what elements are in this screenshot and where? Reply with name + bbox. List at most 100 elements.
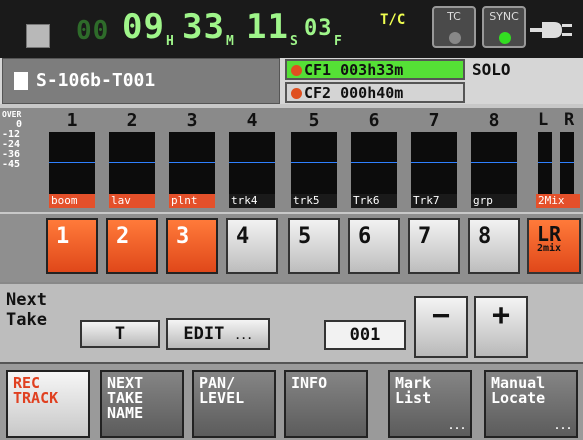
- tc-lamp: TC: [432, 6, 476, 48]
- edit-button-dots: ...: [234, 331, 253, 342]
- next-take-label-line1: Next: [6, 290, 47, 310]
- timecode-seconds-unit: S: [290, 34, 298, 49]
- timecode-seconds: 11: [246, 7, 289, 47]
- meter-scale: OVER 0 -12 -24 -36 -45: [2, 110, 40, 170]
- cf2-time: 000h40m: [340, 84, 404, 102]
- channel-number: 6: [368, 110, 380, 131]
- stop-indicator: [26, 24, 50, 48]
- timecode-mode-label: T/C: [380, 12, 406, 28]
- track-button-3[interactable]: 3: [166, 218, 218, 274]
- rec-track-button[interactable]: REC TRACK: [6, 370, 90, 438]
- timecode-minutes-unit: M: [226, 34, 234, 49]
- sync-lamp-dot: [499, 32, 511, 44]
- take-minus-button[interactable]: −: [414, 296, 468, 358]
- channel-meter-7: 7 Trk7: [406, 108, 462, 212]
- track-button-5[interactable]: 5: [288, 218, 340, 274]
- meter-bar: [49, 132, 95, 198]
- cf1-status-icon: [291, 65, 302, 76]
- channel-number: 1: [66, 110, 78, 131]
- track-button-6[interactable]: 6: [348, 218, 400, 274]
- meter-bar: [351, 132, 397, 198]
- button-dots: ...: [447, 421, 466, 432]
- channel-number: 2: [126, 110, 138, 131]
- channel-number: 3: [186, 110, 198, 131]
- scale-45: -45: [2, 159, 21, 170]
- meter-reference-line: [109, 162, 155, 163]
- track-button-8[interactable]: 8: [468, 218, 520, 274]
- meter-reference-line: [471, 162, 517, 163]
- channel-name: boom: [49, 194, 95, 208]
- channel-name: trk5: [291, 194, 337, 208]
- button-line2: Locate: [491, 389, 546, 407]
- info-button[interactable]: INFO: [284, 370, 368, 438]
- button-line2: LEVEL: [199, 389, 245, 407]
- solo-label: SOLO: [472, 60, 511, 79]
- edit-button-label: EDIT: [183, 324, 225, 344]
- take-plus-button[interactable]: +: [474, 296, 528, 358]
- mix-meter: L R 2Mix: [532, 108, 582, 212]
- mark-list-button[interactable]: Mark List ...: [388, 370, 472, 438]
- power-plug-icon: [530, 20, 580, 40]
- lr-button-sublabel: 2mix: [537, 243, 562, 254]
- edit-button[interactable]: EDIT ...: [166, 318, 270, 350]
- meter-bar: [169, 132, 215, 198]
- button-line3: NAME: [107, 404, 144, 422]
- channel-meter-4: 4 trk4: [224, 108, 280, 212]
- pan-level-button[interactable]: PAN/ LEVEL: [192, 370, 276, 438]
- mix-right-label: R: [564, 110, 575, 130]
- channel-name: grp: [471, 194, 517, 208]
- channel-meter-8: 8 grp: [466, 108, 522, 212]
- cf2-remaining: CF2 000h40m: [285, 82, 465, 103]
- mix-name: 2Mix: [536, 194, 580, 208]
- take-prefix-button[interactable]: T: [80, 320, 160, 348]
- channel-name: trk4: [229, 194, 275, 208]
- cf2-status-icon: [291, 88, 302, 99]
- meter-reference-line: [291, 162, 337, 163]
- next-take-label: Next Take: [6, 290, 47, 330]
- channel-meter-5: 5 trk5: [286, 108, 342, 212]
- button-line1: INFO: [291, 374, 328, 392]
- channel-meter-6: 6 Trk6: [346, 108, 402, 212]
- meter-bar: [291, 132, 337, 198]
- button-dots: ...: [553, 421, 572, 432]
- channel-meter-1: 1 boom: [44, 108, 100, 212]
- next-take-name-button[interactable]: NEXT TAKE NAME: [100, 370, 184, 438]
- timecode-hours-unit: H: [166, 34, 174, 49]
- track-button-1[interactable]: 1: [46, 218, 98, 274]
- channel-name: Trk6: [351, 194, 397, 208]
- track-button-2[interactable]: 2: [106, 218, 158, 274]
- track-button-4[interactable]: 4: [226, 218, 278, 274]
- cf1-label: CF1: [304, 61, 332, 79]
- track-button-7[interactable]: 7: [408, 218, 460, 274]
- tc-lamp-dot: [449, 32, 461, 44]
- sync-lamp-label: SYNC: [489, 10, 519, 23]
- sync-lamp: SYNC: [482, 6, 526, 48]
- cf1-remaining: CF1 003h33m: [285, 59, 465, 80]
- manual-locate-button[interactable]: Manual Locate ...: [484, 370, 578, 438]
- mix-right-meter: [560, 132, 574, 198]
- timecode-frames: 03: [304, 16, 333, 41]
- timecode-minutes: 33: [182, 7, 225, 47]
- meter-reference-line: [49, 162, 95, 163]
- meter-reference-line: [351, 162, 397, 163]
- cf1-time: 003h33m: [340, 61, 404, 79]
- meter-bar: [229, 132, 275, 198]
- timecode-frames-unit: F: [334, 34, 342, 49]
- channel-number: 7: [428, 110, 440, 131]
- meter-bar: [471, 132, 517, 198]
- channel-name: plnt: [169, 194, 215, 208]
- channel-name: lav: [109, 194, 155, 208]
- lr-button-label: LR: [537, 222, 562, 246]
- channel-number: 4: [246, 110, 258, 131]
- channel-meter-2: 2 lav: [104, 108, 160, 212]
- channel-number: 8: [488, 110, 500, 131]
- take-number-field[interactable]: 001: [324, 320, 406, 350]
- cf2-label: CF2: [304, 84, 332, 102]
- file-name: S-106b-T001: [36, 70, 156, 91]
- lr-mix-button[interactable]: LR 2mix: [527, 218, 581, 274]
- meter-bar: [411, 132, 457, 198]
- meter-bar: [109, 132, 155, 198]
- channel-number: 5: [308, 110, 320, 131]
- button-line2: TRACK: [13, 389, 59, 407]
- timecode-prefix: 00: [76, 16, 110, 46]
